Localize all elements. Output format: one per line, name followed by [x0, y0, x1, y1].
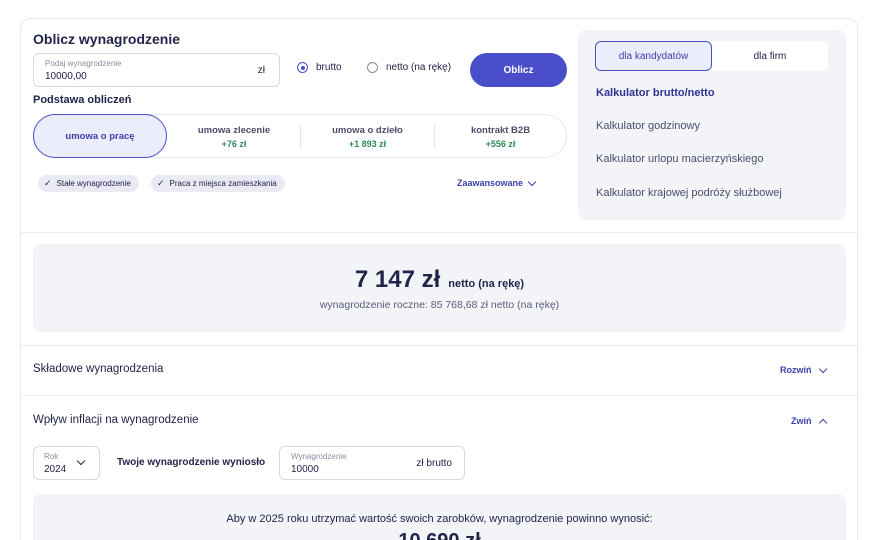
- radio-gross[interactable]: brutto: [297, 62, 342, 73]
- tab-dla-firm[interactable]: dla firm: [712, 41, 828, 71]
- chevron-down-icon: [76, 456, 86, 466]
- tab-diff: +1 893 zł: [348, 139, 387, 149]
- year-select[interactable]: Rok 2024: [33, 446, 100, 480]
- inflation-section-title[interactable]: Wpływ inflacji na wynagrodzenie: [33, 414, 199, 426]
- advanced-label: Zaawansowane: [457, 178, 524, 188]
- chevron-up-icon: [818, 418, 827, 427]
- year-select-label: Rok: [44, 452, 59, 461]
- divider: [21, 232, 857, 233]
- components-section-title[interactable]: Składowe wynagrodzenia: [33, 363, 163, 375]
- link-kalkulator-urlopu[interactable]: Kalkulator urlopu macierzyńskiego: [596, 153, 764, 165]
- divider: [21, 345, 857, 346]
- tab-kontrakt-b2b[interactable]: kontrakt B2B +556 zł: [434, 115, 567, 159]
- basis-title: Podstawa obliczeń: [33, 94, 132, 106]
- radio-net-label: netto (na rękę): [386, 62, 452, 73]
- tab-diff: +76 zł: [221, 139, 247, 149]
- contract-tabs: umowa o pracę umowa zlecenie +76 zł umow…: [33, 114, 567, 158]
- radio-net-dot[interactable]: [367, 62, 378, 73]
- radio-gross-label: brutto: [316, 62, 342, 73]
- result-net: 7 147 zł netto (na rękę): [33, 266, 846, 294]
- result-suffix: netto (na rękę): [448, 278, 525, 290]
- tab-label: umowa o dzieło: [332, 125, 403, 136]
- link-kalkulator-brutto-netto[interactable]: Kalkulator brutto/netto: [596, 87, 715, 99]
- link-kalkulator-godzinowy[interactable]: Kalkulator godzinowy: [596, 120, 700, 132]
- wage-input-unit: zł brutto: [416, 458, 452, 469]
- wage-input-label: Wynagrodzenie: [291, 452, 347, 461]
- radio-net[interactable]: netto (na rękę): [367, 62, 451, 73]
- salary-input-unit: zł: [257, 65, 265, 76]
- result-box: 7 147 zł netto (na rękę) wynagrodzenie r…: [33, 244, 846, 332]
- tab-umowa-o-prace[interactable]: umowa o pracę: [33, 114, 167, 158]
- tab-dla-kandydatow[interactable]: dla kandydatów: [595, 41, 712, 71]
- calculators-panel: dla kandydatów dla firm Kalkulator brutt…: [578, 30, 846, 220]
- calculate-button[interactable]: Oblicz: [470, 53, 567, 87]
- check-icon: ✓: [157, 178, 165, 188]
- chip-praca-z-miejsca-zamieszkania[interactable]: ✓ Praca z miejsca zamieszkania: [151, 175, 285, 192]
- chip-stale-wynagrodzenie[interactable]: ✓ Stałe wynagrodzenie: [38, 175, 139, 192]
- calculator-title: Oblicz wynagrodzenie: [33, 31, 181, 47]
- year-select-value: 2024: [44, 464, 67, 475]
- collapse-label: Zwiń: [791, 416, 812, 426]
- tab-label: kontrakt B2B: [470, 125, 531, 136]
- components-expand-toggle[interactable]: Rozwiń: [780, 364, 827, 375]
- tab-umowa-zlecenie[interactable]: umowa zlecenie +76 zł: [167, 115, 301, 159]
- chip-label: Stałe wynagrodzenie: [56, 179, 131, 188]
- audience-switch: dla kandydatów dla firm: [595, 41, 828, 71]
- inflation-result-box: Aby w 2025 roku utrzymać wartość swoich …: [33, 494, 846, 540]
- link-kalkulator-podrozy[interactable]: Kalkulator krajowej podróży służbowej: [596, 187, 782, 199]
- inflation-collapse-toggle[interactable]: Zwiń: [791, 416, 827, 427]
- chevron-down-icon: [818, 364, 827, 373]
- inflation-result-text: Aby w 2025 roku utrzymać wartość swoich …: [226, 513, 653, 525]
- chevron-down-icon: [527, 177, 537, 186]
- advanced-toggle[interactable]: Zaawansowane: [457, 177, 537, 188]
- tab-label: umowa o pracę: [65, 130, 135, 142]
- wage-input[interactable]: Wynagrodzenie 10000 zł brutto: [279, 446, 465, 480]
- radio-gross-dot[interactable]: [297, 62, 308, 73]
- tab-label: umowa zlecenie: [197, 125, 271, 136]
- salary-input-value[interactable]: 10000,00: [45, 71, 87, 82]
- result-amount: 7 147 zł: [354, 266, 441, 293]
- expand-label: Rozwiń: [780, 365, 812, 375]
- result-yearly: wynagrodzenie roczne: 85 768,68 zł netto…: [319, 299, 560, 311]
- wage-input-value[interactable]: 10000: [291, 464, 319, 475]
- salary-input-label: Podaj wynagrodzenie: [45, 59, 122, 68]
- salary-input[interactable]: Podaj wynagrodzenie 10000,00 zł: [33, 53, 280, 87]
- your-salary-label: Twoje wynagrodzenie wyniosło: [117, 457, 266, 468]
- tab-umowa-o-dzielo[interactable]: umowa o dzieło +1 893 zł: [301, 115, 434, 159]
- inflation-result-amount: 10 690 zł: [33, 530, 846, 540]
- divider: [21, 395, 857, 396]
- chip-label: Praca z miejsca zamieszkania: [169, 179, 277, 188]
- tab-diff: +556 zł: [485, 139, 516, 149]
- check-icon: ✓: [44, 178, 52, 188]
